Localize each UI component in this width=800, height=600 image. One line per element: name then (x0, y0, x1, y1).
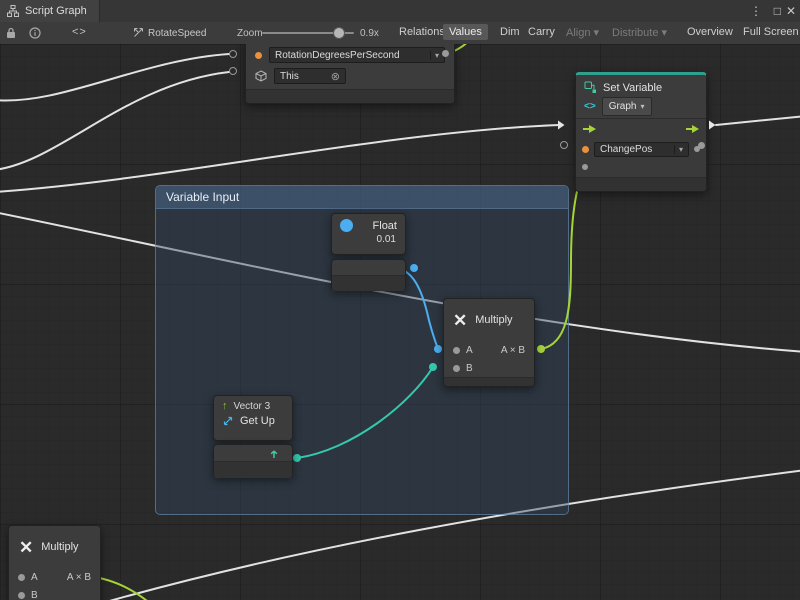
node-title: Set Variable (603, 82, 662, 94)
type-label: Vector 3 (234, 401, 271, 412)
port-dot[interactable] (293, 454, 301, 462)
scope-dropdown[interactable]: Graph ▾ (602, 97, 652, 116)
output-port[interactable] (442, 50, 449, 57)
port-label: A × B (67, 572, 91, 583)
value-input-port[interactable] (582, 164, 588, 170)
fullscreen-button[interactable]: Full Screen (737, 24, 800, 40)
chevron-down-icon: ▾ (640, 102, 644, 111)
chevron-down-icon: ▾ (594, 27, 600, 39)
node-title: Float (373, 220, 397, 232)
node-get-up[interactable]: ↑ Vector 3 Get Up (213, 395, 293, 441)
node-multiply-2[interactable]: ✕ Multiply A A × B B (8, 525, 101, 600)
node-title: Multiply (475, 314, 512, 326)
graph-canvas[interactable]: Variable Input RotationDegreesPerSecond (0, 44, 800, 600)
variable-port-icon[interactable] (582, 146, 589, 153)
node-multiply[interactable]: ✕ Multiply A A × B B (443, 298, 535, 387)
target-field[interactable]: This ⊗ (274, 68, 346, 84)
node-float-ports[interactable] (331, 259, 406, 291)
axes-icon (222, 415, 234, 427)
code-toggle-icon[interactable]: <> (72, 26, 87, 38)
port-label: A (31, 572, 38, 583)
maximize-button[interactable]: □ (774, 0, 781, 22)
graph-scope-icon: <> (584, 101, 596, 112)
node-set-variable[interactable]: Set Variable <> Graph ▾ (575, 72, 707, 192)
info-icon[interactable] (29, 27, 41, 42)
wire-green[interactable] (541, 166, 586, 349)
flow-wire-arrow-icon (557, 120, 565, 130)
distribute-dropdown[interactable]: Distribute ▾ (606, 24, 673, 41)
cube-icon (255, 70, 267, 82)
input-port-b[interactable] (453, 365, 460, 372)
scope-label: Graph (609, 101, 637, 112)
menu-icon[interactable]: ⋮ (750, 0, 762, 22)
node-get-up-ports[interactable] (213, 444, 293, 478)
chevron-down-icon: ▾ (430, 51, 439, 60)
overview-button[interactable]: Overview (681, 24, 739, 40)
flow-out-arrow-icon[interactable] (685, 124, 700, 134)
vector-up-icon: ↑ (222, 401, 228, 412)
tab-title: Script Graph (25, 5, 87, 17)
node-title: Get Up (240, 415, 275, 427)
chevron-down-icon: ▾ (662, 27, 668, 39)
multiply-icon: ✕ (453, 312, 467, 329)
flow-wire-arrow-icon (708, 120, 716, 130)
port-label: B (31, 590, 38, 600)
node-float[interactable]: Float 0.01 (331, 213, 406, 255)
variable-name: ChangePos (600, 144, 669, 155)
input-port[interactable] (229, 67, 237, 75)
tab-script-graph[interactable]: Script Graph (0, 0, 100, 22)
port-label: A × B (501, 345, 525, 356)
graph-breadcrumb-icon (133, 27, 144, 41)
value-port-icon[interactable] (255, 52, 262, 59)
target-picker-icon[interactable]: ⊗ (331, 70, 340, 83)
chevron-down-icon: ▾ (674, 145, 683, 154)
port-dot[interactable] (410, 264, 418, 272)
float-value[interactable]: 0.01 (377, 234, 396, 245)
graph-toolbar: <> RotateSpeed Zoom 0.9x Relations Value… (0, 22, 800, 45)
input-port[interactable] (229, 50, 237, 58)
changepos-dropdown[interactable]: ChangePos ▾ (594, 142, 689, 157)
zoom-label: Zoom (237, 28, 263, 39)
wire-teal[interactable] (297, 367, 433, 458)
input-port[interactable] (560, 141, 568, 149)
node-title: Multiply (41, 541, 78, 553)
zoom-value: 0.9x (360, 28, 379, 39)
dim-button[interactable]: Dim (494, 24, 526, 40)
input-port-a[interactable] (453, 347, 460, 354)
close-button[interactable]: ✕ (786, 0, 796, 22)
window-title-bar: Script Graph ⋮ □ ✕ (0, 0, 800, 23)
output-port[interactable] (698, 142, 705, 149)
variable-name: RotationDegreesPerSecond (275, 50, 425, 61)
input-port-b[interactable] (18, 592, 25, 599)
align-dropdown[interactable]: Align ▾ (560, 24, 605, 41)
float-icon (340, 219, 353, 232)
port-label: A (466, 345, 473, 356)
set-variable-icon (584, 81, 597, 94)
flow-in-arrow-icon[interactable] (582, 124, 597, 134)
graph-breadcrumb[interactable]: RotateSpeed (148, 28, 206, 39)
script-graph-icon (7, 5, 19, 17)
zoom-slider[interactable] (333, 27, 345, 39)
values-button[interactable]: Values (443, 24, 488, 40)
target-label: This (280, 71, 331, 82)
lock-icon[interactable] (6, 27, 16, 42)
carry-button[interactable]: Carry (522, 24, 561, 40)
port-dot[interactable] (537, 345, 545, 353)
port-dot[interactable] (429, 363, 437, 371)
input-port-a[interactable] (18, 574, 25, 581)
variable-dropdown[interactable]: RotationDegreesPerSecond ▾ (269, 47, 445, 63)
port-dot[interactable] (434, 345, 442, 353)
up-arrow-icon (268, 448, 280, 460)
multiply-icon: ✕ (19, 539, 33, 556)
port-label: B (466, 363, 473, 374)
node-rotation-variable[interactable]: RotationDegreesPerSecond ▾ This ⊗ (245, 44, 455, 104)
